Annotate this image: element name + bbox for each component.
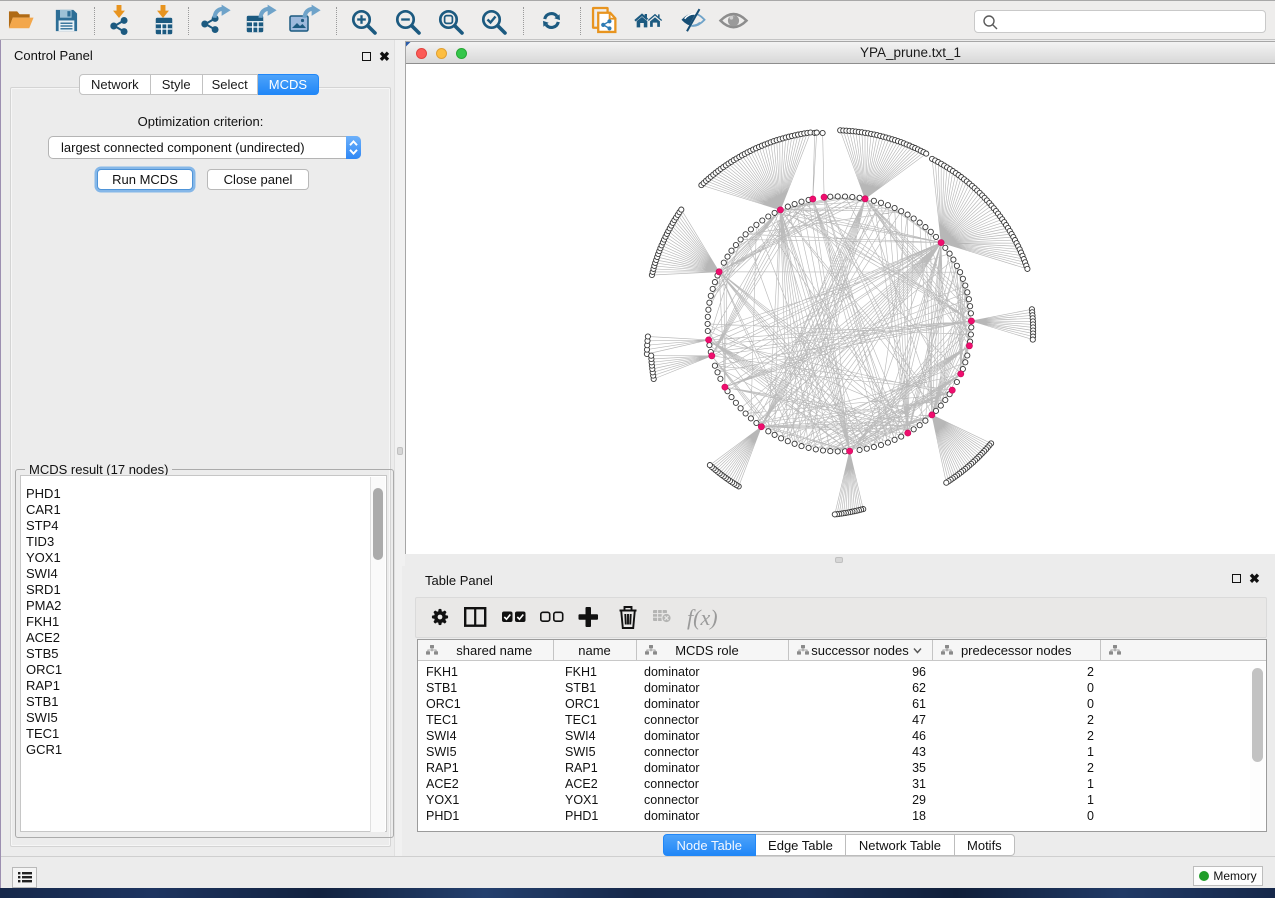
svg-text:f(x): f(x) bbox=[687, 605, 718, 630]
